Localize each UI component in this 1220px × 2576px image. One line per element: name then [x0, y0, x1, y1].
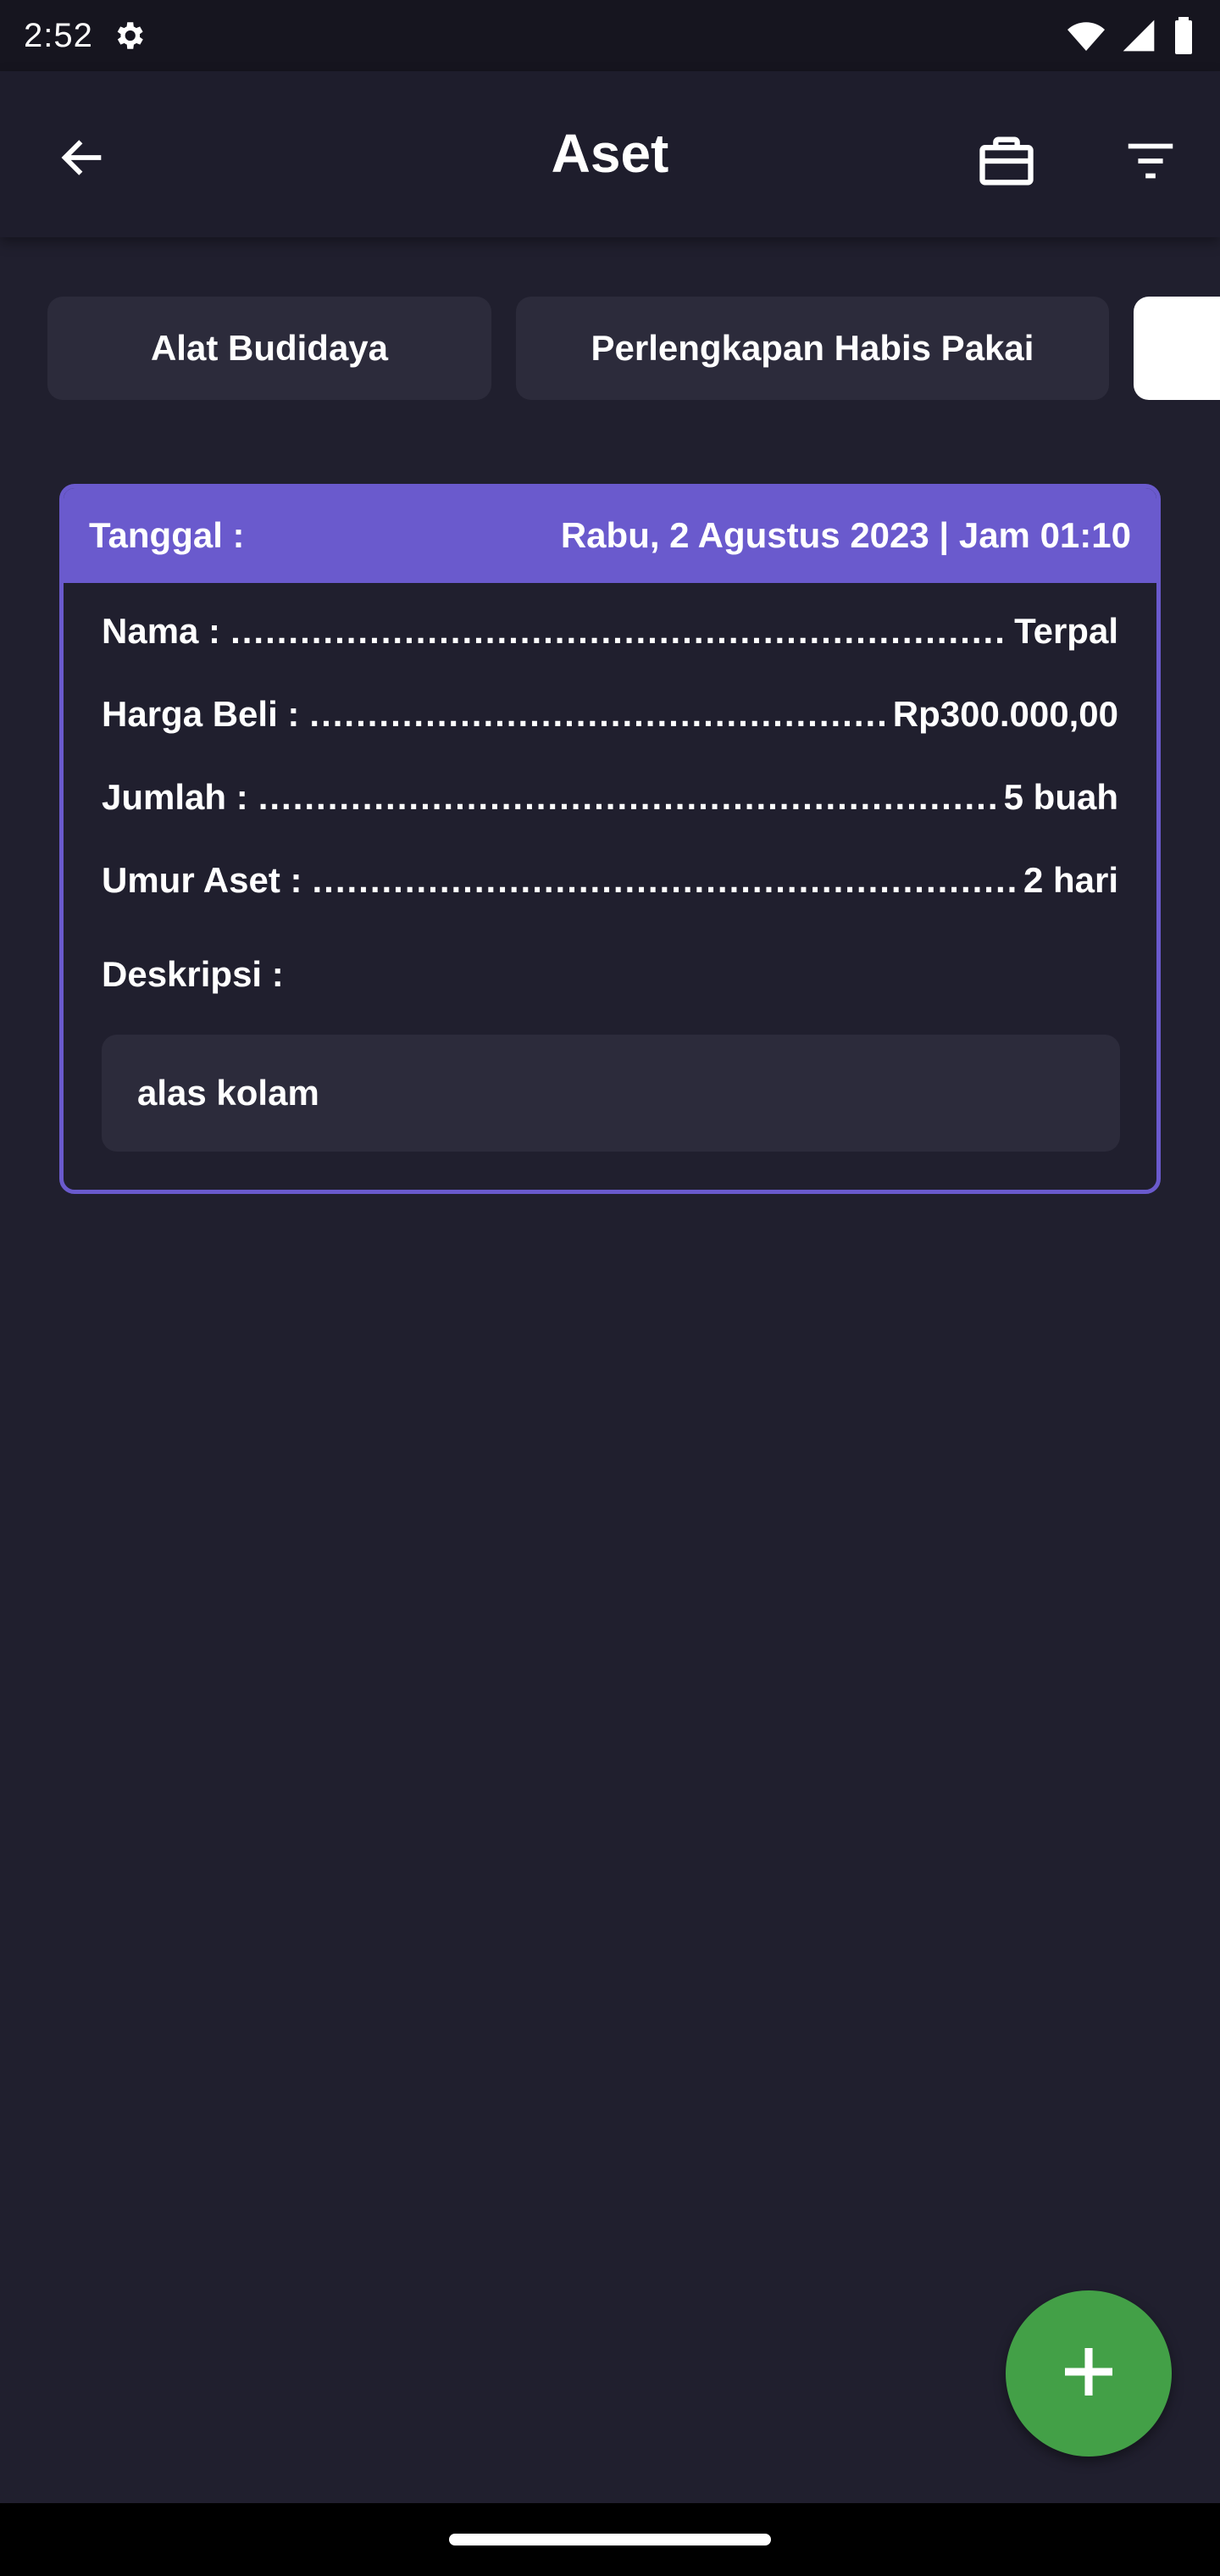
row-value: Terpal: [1014, 611, 1118, 651]
dot-leader: [258, 777, 995, 818]
wifi-icon: [1066, 15, 1106, 60]
briefcase-button[interactable]: [966, 122, 1047, 203]
dot-leader: [312, 860, 1014, 901]
row-value: 2 hari: [1023, 860, 1118, 900]
dot-leader: [230, 611, 1006, 652]
row-label: Jumlah :: [102, 777, 248, 817]
date-label: Tanggal :: [89, 515, 245, 555]
battery-icon: [1171, 15, 1196, 60]
status-bar: 2:52: [0, 0, 1220, 71]
signal-icon: [1120, 15, 1157, 60]
tab-alat-budidaya[interactable]: Alat Budidaya: [47, 297, 491, 400]
dot-leader: [309, 694, 884, 735]
date-value: Rabu, 2 Agustus 2023 | Jam 01:10: [560, 515, 1131, 555]
tab-perlengkapan-habis-pakai[interactable]: Perlengkapan Habis Pakai: [516, 297, 1109, 400]
status-time: 2:52: [24, 16, 93, 54]
description-box: alas kolam: [102, 1035, 1120, 1152]
home-indicator[interactable]: [449, 2534, 771, 2545]
filter-icon: [1121, 131, 1180, 195]
row-label: Nama :: [102, 611, 221, 651]
card-header: Tanggal : Rabu, 2 Agustus 2023 | Jam 01:…: [64, 488, 1156, 583]
row-label: Harga Beli :: [102, 694, 300, 734]
app-bar: Aset: [0, 71, 1220, 237]
tab-next-category[interactable]: [1134, 297, 1220, 400]
description-label: Deskripsi :: [102, 954, 284, 994]
category-tabs: Alat Budidaya Perlengkapan Habis Pakai: [0, 297, 1220, 400]
briefcase-icon: [974, 129, 1039, 197]
row-label: Umur Aset :: [102, 860, 302, 900]
asset-card[interactable]: Tanggal : Rabu, 2 Agustus 2023 | Jam 01:…: [59, 484, 1161, 1194]
description-value: alas kolam: [137, 1073, 319, 1113]
row-value: Rp300.000,00: [892, 694, 1118, 734]
filter-button[interactable]: [1110, 122, 1191, 203]
detail-row-umur-aset: Umur Aset : 2 hari: [102, 860, 1118, 911]
detail-row-jumlah: Jumlah : 5 buah: [102, 777, 1118, 828]
detail-row-nama: Nama : Terpal: [102, 611, 1118, 662]
detail-row-harga-beli: Harga Beli : Rp300.000,00: [102, 694, 1118, 745]
add-asset-button[interactable]: [1006, 2290, 1172, 2457]
row-value: 5 buah: [1003, 777, 1118, 817]
settings-icon: [110, 17, 147, 54]
plus-icon: [1053, 2336, 1124, 2412]
